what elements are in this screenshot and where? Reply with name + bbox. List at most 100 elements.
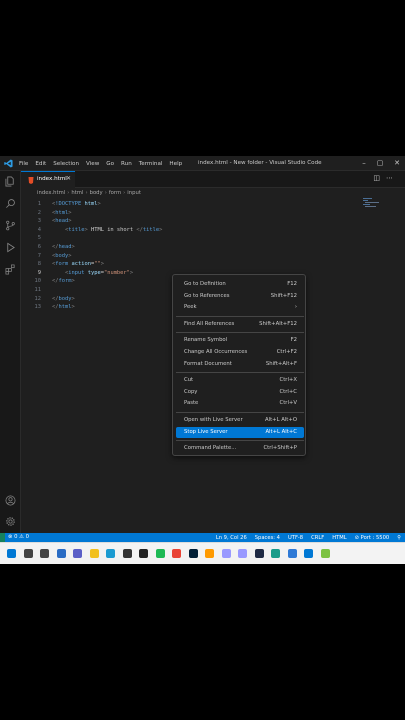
source-control-icon[interactable] [5,220,16,231]
explorer-icon[interactable] [5,176,16,187]
code-line[interactable]: 3 <head> [21,218,361,227]
extensions-icon[interactable] [5,264,16,275]
minimize-button[interactable]: – [357,156,371,171]
menu-terminal[interactable]: Terminal [139,161,163,167]
menu-item-shortcut: Shift+Alt+F12 [259,320,297,327]
menu-item-peek[interactable]: Peek › [176,302,304,313]
code-line[interactable]: 6 </head> [21,244,361,253]
breadcrumb-body[interactable]: body [90,190,103,196]
split-editor-icon[interactable]: ◫ [373,174,386,182]
menu-item-format-document[interactable]: Format Document Shift+Alt+F [176,359,304,370]
menu-help[interactable]: Help [169,161,182,167]
menu-edit[interactable]: Edit [35,161,46,167]
lime-app-icon[interactable] [320,549,330,558]
windows-taskbar [0,542,405,564]
code-line[interactable]: 2 <html> [21,210,361,219]
status-item[interactable]: ⊘ Port : 5500 [355,535,390,541]
menu-file[interactable]: File [19,161,28,167]
title-bar: File Edit Selection View Go Run Terminal Help i… [0,156,405,171]
app-icon[interactable] [139,549,148,558]
menu-run[interactable]: Run [121,161,132,167]
code-line[interactable]: 7 <body> [21,253,361,262]
premiere-icon[interactable] [238,549,247,558]
code-text: </html> [52,304,75,311]
menu-view[interactable]: View [86,161,99,167]
windows-start-icon[interactable] [7,549,16,558]
window-title: index.html - New folder - Visual Studio … [198,160,322,166]
settings-gear-icon[interactable] [5,516,16,527]
tab-close-icon[interactable]: ✕ [66,175,71,182]
search-icon[interactable] [5,198,16,209]
breadcrumb-file[interactable]: index.html [37,190,65,196]
menu-separator [176,372,304,374]
menu-item-go-to-definition[interactable]: Go to Definition F12 [176,279,304,290]
status-item[interactable]: Spaces: 4 [255,535,280,541]
line-number: 11 [34,287,42,293]
search-icon[interactable] [23,549,33,558]
menu-item-command-palette[interactable]: Command Palette... Ctrl+Shift+P [176,443,304,454]
code-text: </form> [52,278,75,285]
menu-item-go-to-references[interactable]: Go to References Shift+F12 [176,291,304,302]
file-explorer-icon[interactable] [89,549,99,558]
task-view-icon[interactable] [40,549,49,558]
vscode-icon[interactable] [304,549,313,558]
media-encoder-icon[interactable] [254,549,264,558]
menu-item-open-with-live-server[interactable]: Open with Live Server Alt+L Alt+O [176,415,304,426]
menu-item-rename-symbol[interactable]: Rename Symbol F2 [176,335,304,346]
menu-item-stop-live-server[interactable]: Stop Live Server Alt+L Alt+C [176,426,304,438]
code-text: <input type="number"> [64,269,134,276]
code-line[interactable]: 4 <title> HTML in short </title> [21,227,361,236]
status-item[interactable]: Ln 9, Col 26 [216,535,247,541]
menu-selection[interactable]: Selection [53,161,79,167]
remote-indicator-icon[interactable] [0,533,5,542]
photos-icon[interactable] [287,549,297,558]
photoshop-icon[interactable] [188,549,198,558]
code-line[interactable]: 5 [21,235,361,244]
menu-go[interactable]: Go [106,161,114,167]
store-icon[interactable] [122,549,132,558]
vscode-logo-icon[interactable] [4,159,13,168]
status-item[interactable]: CRLF [311,535,324,541]
menu-item-change-all-occurrences[interactable]: Change All Occurrences Ctrl+F2 [176,347,304,358]
menu-item-cut[interactable]: Cut Ctrl+X [176,375,304,386]
tab-label: index.html [37,176,67,182]
minimap[interactable] [363,198,387,208]
code-text: <form action=""> [52,261,104,268]
breadcrumb-input[interactable]: input [127,190,141,196]
status-item[interactable]: HTML [332,535,346,541]
breadcrumb-html[interactable]: html [71,190,83,196]
run-debug-icon[interactable] [5,242,16,253]
menu-item-label: Paste [184,400,199,407]
audio-app-icon[interactable] [271,549,280,558]
widgets-icon[interactable] [56,549,66,558]
editor-tab-bar: index.html ✕ ◫⋯ [21,171,405,188]
menu-item-label: Find All References [184,320,235,327]
context-menu: Go to Definition F12 Go to References Shift… [172,274,306,456]
chat-icon[interactable] [73,549,82,558]
code-text: <head> [52,218,72,225]
menu-item-find-all-references[interactable]: Find All References Shift+Alt+F12 [176,319,304,330]
edge-icon[interactable] [106,549,115,558]
illustrator-icon[interactable] [205,549,214,558]
line-number: 3 [37,218,41,225]
menu-item-label: Stop Live Server [184,428,228,435]
problems-indicator[interactable]: ⊗ 0 ⚠ 0 [8,534,29,540]
breadcrumb-form[interactable]: form [109,190,121,196]
after-effects-icon[interactable] [221,549,231,558]
accounts-icon[interactable] [5,495,16,506]
line-number: 13 [34,304,42,311]
status-item[interactable]: UTF-8 [288,535,303,541]
status-item[interactable]: ⚲ [397,535,401,541]
menu-item-copy[interactable]: Copy Ctrl+C [176,387,304,398]
menu-item-paste[interactable]: Paste Ctrl+V [176,398,304,409]
maximize-button[interactable]: ▢ [373,156,387,171]
chrome-icon[interactable] [172,549,181,558]
tab-index-html[interactable]: index.html ✕ [21,171,75,188]
more-actions-icon[interactable]: ⋯ [386,174,399,182]
code-line[interactable]: 1 <!DOCTYPE html> [21,201,361,210]
code-line[interactable]: 8 <form action=""> [21,261,361,270]
menu-item-label: Open with Live Server [184,417,243,423]
green-app-icon[interactable] [155,549,165,558]
close-window-button[interactable]: ✕ [390,156,404,171]
menu-item-shortcut: F12 [287,281,297,287]
